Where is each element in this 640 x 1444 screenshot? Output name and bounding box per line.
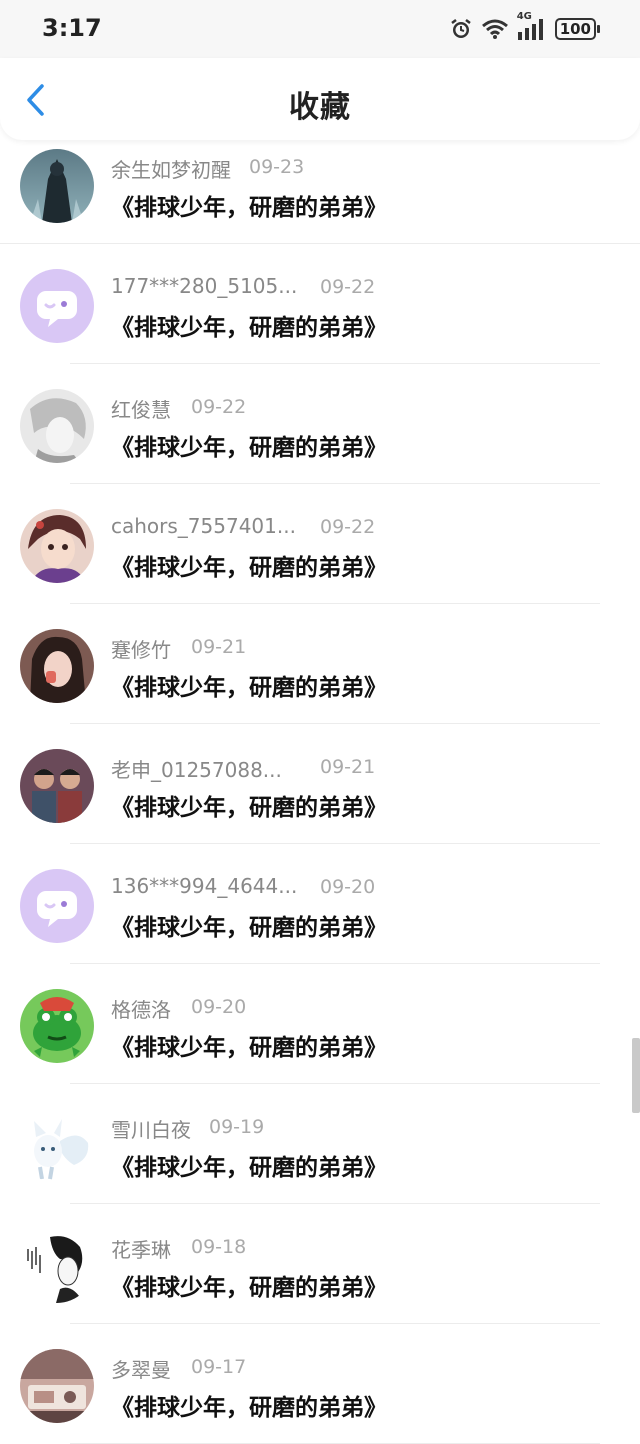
list-item[interactable]: 177***280_5105... 09-22 《排球少年，研磨的弟弟》 [0, 244, 640, 364]
scrollbar[interactable] [632, 1038, 640, 1113]
collect-date: 09-20 [191, 996, 247, 1018]
user-name: 红俊慧 [111, 398, 171, 422]
user-name: 余生如梦初醒 [111, 158, 231, 182]
user-name: 雪川白夜 [111, 1118, 191, 1142]
list-item[interactable]: 蹇修竹 09-21 《排球少年，研磨的弟弟》 [0, 604, 640, 724]
avatar[interactable] [20, 1109, 94, 1183]
story-title: 《排球少年，研磨的弟弟》 [111, 195, 387, 221]
collect-date: 09-23 [249, 156, 305, 178]
alarm-icon [449, 17, 473, 41]
story-title: 《排球少年，研磨的弟弟》 [111, 1155, 387, 1181]
story-title: 《排球少年，研磨的弟弟》 [111, 1035, 387, 1061]
avatar[interactable] [20, 749, 94, 823]
story-title: 《排球少年，研磨的弟弟》 [111, 1395, 387, 1421]
user-name: 177***280_5105... [111, 274, 298, 298]
user-name: 蹇修竹 [111, 638, 171, 662]
list-item[interactable]: 花季琳 09-18 《排球少年，研磨的弟弟》 [0, 1204, 640, 1324]
user-name: cahors_7557401... [111, 514, 296, 538]
collect-date: 09-19 [209, 1116, 265, 1138]
favorites-list: 余生如梦初醒 09-23 《排球少年，研磨的弟弟》 177***280_5105...… [0, 124, 640, 1444]
avatar[interactable] [20, 389, 94, 463]
story-title: 《排球少年，研磨的弟弟》 [111, 675, 387, 701]
user-name: 花季琳 [111, 1238, 171, 1262]
collect-date: 09-20 [320, 876, 376, 898]
list-item[interactable]: 格德洛 09-20 《排球少年，研磨的弟弟》 [0, 964, 640, 1084]
avatar[interactable] [20, 989, 94, 1063]
network-type: 4G [516, 11, 532, 22]
collect-date: 09-22 [320, 516, 376, 538]
status-time: 3:17 [42, 14, 102, 42]
user-name: 老申_01257088... [111, 758, 282, 782]
user-name: 格德洛 [111, 998, 171, 1022]
collect-date: 09-18 [191, 1236, 247, 1258]
story-title: 《排球少年，研磨的弟弟》 [111, 795, 387, 821]
status-icons: 4G 100 [449, 11, 600, 44]
list-item[interactable]: 136***994_4644... 09-20 《排球少年，研磨的弟弟》 [0, 844, 640, 964]
avatar[interactable] [20, 149, 94, 223]
list-item[interactable]: cahors_7557401... 09-22 《排球少年，研磨的弟弟》 [0, 484, 640, 604]
story-title: 《排球少年，研磨的弟弟》 [111, 1275, 387, 1301]
list-item[interactable]: 雪川白夜 09-19 《排球少年，研磨的弟弟》 [0, 1084, 640, 1204]
story-title: 《排球少年，研磨的弟弟》 [111, 315, 387, 341]
collect-date: 09-22 [191, 396, 247, 418]
header: 收藏 [0, 58, 640, 140]
story-title: 《排球少年，研磨的弟弟》 [111, 555, 387, 581]
status-bar: 3:17 4G 100 [0, 0, 640, 58]
collect-date: 09-22 [320, 276, 376, 298]
avatar[interactable] [20, 629, 94, 703]
user-name: 多翠曼 [111, 1358, 171, 1382]
list-item[interactable]: 多翠曼 09-17 《排球少年，研磨的弟弟》 [0, 1324, 640, 1444]
avatar[interactable] [20, 509, 94, 583]
page-title: 收藏 [289, 90, 351, 125]
signal-icon: 4G [517, 11, 547, 41]
list-item[interactable]: 余生如梦初醒 09-23 《排球少年，研磨的弟弟》 [0, 124, 640, 244]
list-item[interactable]: 红俊慧 09-22 《排球少年，研磨的弟弟》 [0, 364, 640, 484]
avatar[interactable] [20, 269, 94, 343]
story-title: 《排球少年，研磨的弟弟》 [111, 915, 387, 941]
wifi-icon [481, 18, 509, 40]
avatar[interactable] [20, 1229, 94, 1303]
avatar[interactable] [20, 869, 94, 943]
collect-date: 09-21 [191, 636, 247, 658]
story-title: 《排球少年，研磨的弟弟》 [111, 435, 387, 461]
collect-date: 09-21 [320, 756, 376, 778]
list-item[interactable]: 老申_01257088... 09-21 《排球少年，研磨的弟弟》 [0, 724, 640, 844]
collect-date: 09-17 [191, 1356, 247, 1378]
avatar[interactable] [20, 1349, 94, 1423]
battery-level: 100 [554, 18, 596, 40]
user-name: 136***994_4644... [111, 874, 298, 898]
battery-icon: 100 [554, 18, 600, 40]
